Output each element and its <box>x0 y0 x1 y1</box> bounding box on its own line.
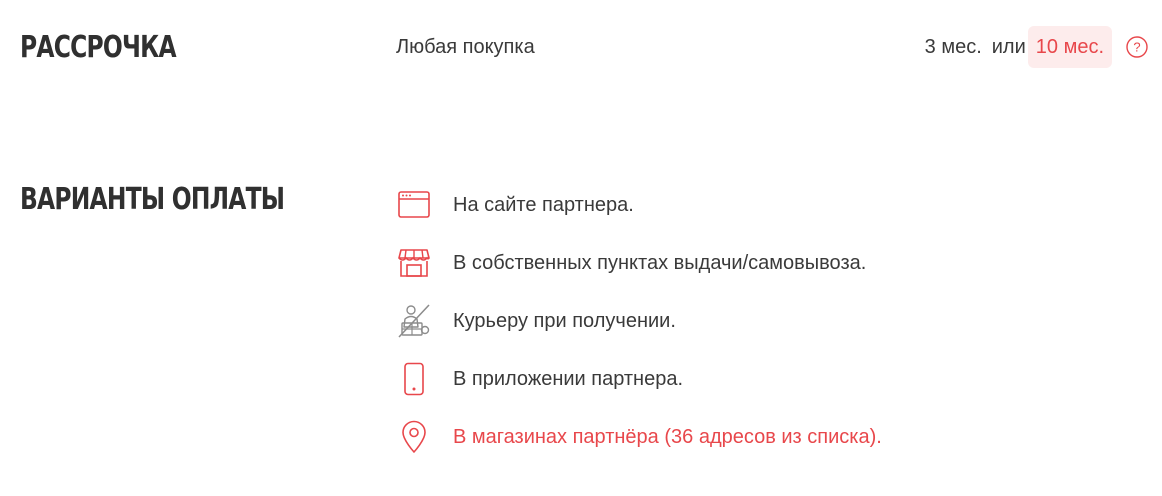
payment-option-label: Курьеру при получении. <box>453 309 676 332</box>
storefront-icon <box>396 245 432 281</box>
stores-link[interactable]: В магазинах партнёра (36 адресов из спис… <box>453 426 882 449</box>
payment-option-website: На сайте партнера. <box>396 176 882 234</box>
payment-option-label: В приложении партнера. <box>453 367 684 390</box>
payment-option-label: В собственных пунктах выдачи/самовывоза. <box>453 251 867 274</box>
svg-text:?: ? <box>1133 40 1140 55</box>
payment-option-stores[interactable]: В магазинах партнёра (36 адресов из спис… <box>396 408 882 466</box>
term-option-3-months[interactable]: 3 мес. <box>917 26 990 68</box>
installment-title: РАССРОЧКА <box>20 30 177 65</box>
payment-option-label: На сайте партнера. <box>453 193 634 216</box>
smartphone-icon <box>396 361 432 397</box>
browser-window-icon <box>396 187 432 223</box>
term-selector: 3 мес. или 10 мес. ? <box>917 26 1148 68</box>
payment-option-app: В приложении партнера. <box>396 350 882 408</box>
question-circle-icon[interactable]: ? <box>1126 36 1148 58</box>
payment-option-courier: Курьеру при получении. <box>396 292 882 350</box>
payment-option-pickup-points: В собственных пунктах выдачи/самовывоза. <box>396 234 882 292</box>
payment-options-list: На сайте партнера. В собственных пунктах… <box>396 176 882 466</box>
courier-icon <box>396 303 432 339</box>
term-or-label: или <box>991 35 1026 58</box>
installment-description: Любая покупка <box>396 36 535 58</box>
map-pin-icon <box>396 419 432 455</box>
payment-options-title: ВАРИАНТЫ ОПЛАТЫ <box>20 182 285 217</box>
term-option-10-months[interactable]: 10 мес. <box>1027 26 1112 68</box>
